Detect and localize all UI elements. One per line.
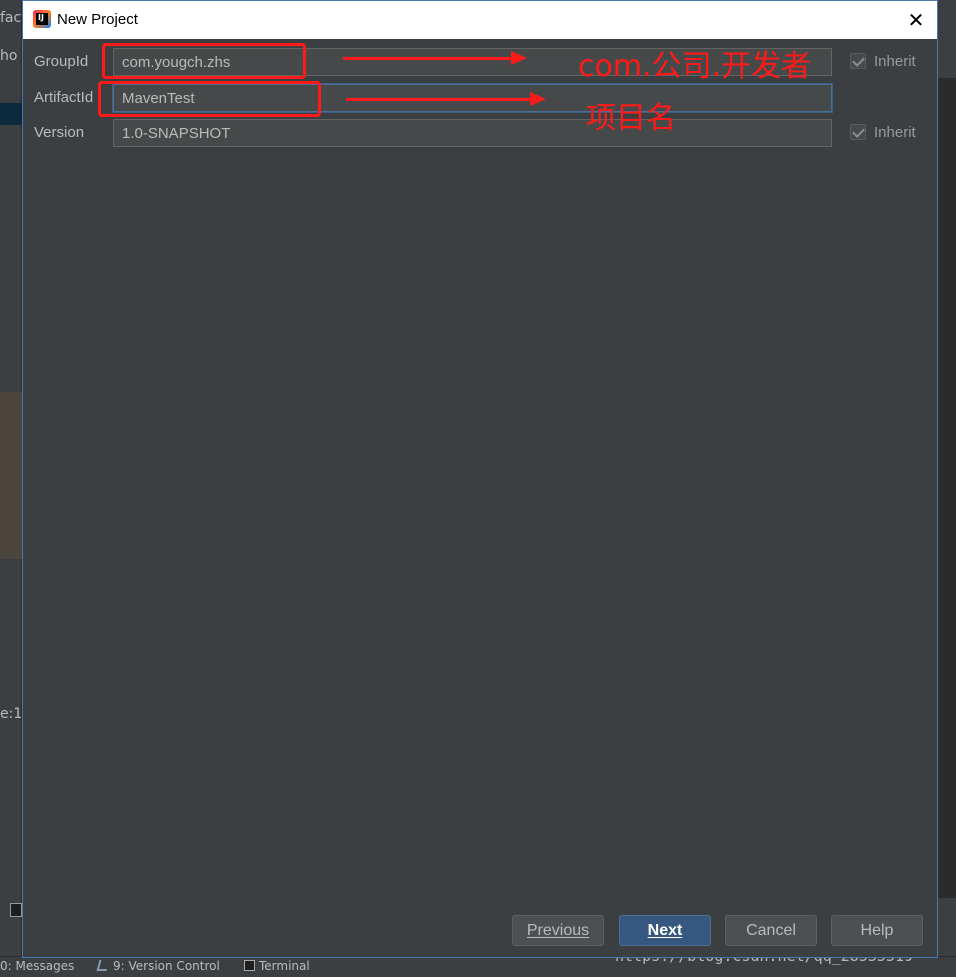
messages-label: 0: Messages xyxy=(0,959,75,973)
terminal-label: Terminal xyxy=(259,959,310,973)
terminal-icon xyxy=(10,903,22,917)
checkbox-check-icon xyxy=(850,53,866,69)
version-control-tool-button[interactable]: 9: Version Control xyxy=(96,959,220,973)
help-button[interactable]: Help xyxy=(831,915,923,946)
version-input[interactable] xyxy=(113,119,832,147)
help-button-label: Help xyxy=(860,922,894,939)
dialog-title: New Project xyxy=(57,11,138,28)
ide-left-fragment-1: fact xyxy=(0,10,22,26)
ide-right-editor-edge xyxy=(938,78,956,898)
version-control-icon xyxy=(96,960,110,971)
group-id-label: GroupId xyxy=(34,53,89,70)
terminal-tool-button[interactable]: Terminal xyxy=(244,959,310,973)
ide-left-selection xyxy=(0,103,22,125)
version-inherit-label: Inherit xyxy=(874,124,916,141)
ide-left-fragment-3: e:1. xyxy=(0,706,22,722)
artifact-id-arrow-icon xyxy=(346,92,546,106)
artifact-id-annotation: 项目名 xyxy=(586,101,676,136)
previous-button-label: Previous xyxy=(526,922,590,939)
intellij-app-icon: IJ xyxy=(33,10,51,28)
dialog-titlebar[interactable]: IJ New Project ✕ xyxy=(23,1,937,39)
artifact-id-highlight-box xyxy=(98,81,321,117)
group-id-inherit-checkbox[interactable]: Inherit xyxy=(850,53,916,70)
next-button-label: Next xyxy=(647,922,683,939)
group-id-annotation: com.公司.开发者 xyxy=(578,49,812,84)
previous-button[interactable]: Previous xyxy=(512,915,604,946)
cancel-button-label: Cancel xyxy=(746,922,796,939)
group-id-inherit-label: Inherit xyxy=(874,53,916,70)
terminal-icon xyxy=(244,960,255,971)
next-button[interactable]: Next xyxy=(619,915,711,946)
ide-left-fragment-2: ho xyxy=(0,48,18,64)
messages-tool-button[interactable]: 0: Messages xyxy=(0,959,74,973)
close-button[interactable]: ✕ xyxy=(901,7,931,33)
version-control-label: 9: Version Control xyxy=(113,959,220,973)
close-icon: ✕ xyxy=(907,8,925,32)
version-inherit-checkbox[interactable]: Inherit xyxy=(850,124,916,141)
ide-left-highlight xyxy=(0,392,22,559)
group-id-highlight-box xyxy=(102,43,306,79)
group-id-arrow-icon xyxy=(343,51,527,65)
checkbox-check-icon xyxy=(850,124,866,140)
new-project-dialog: IJ New Project ✕ GroupId Inherit Artifac… xyxy=(22,0,938,958)
version-label: Version xyxy=(34,124,85,141)
cancel-button[interactable]: Cancel xyxy=(725,915,817,946)
